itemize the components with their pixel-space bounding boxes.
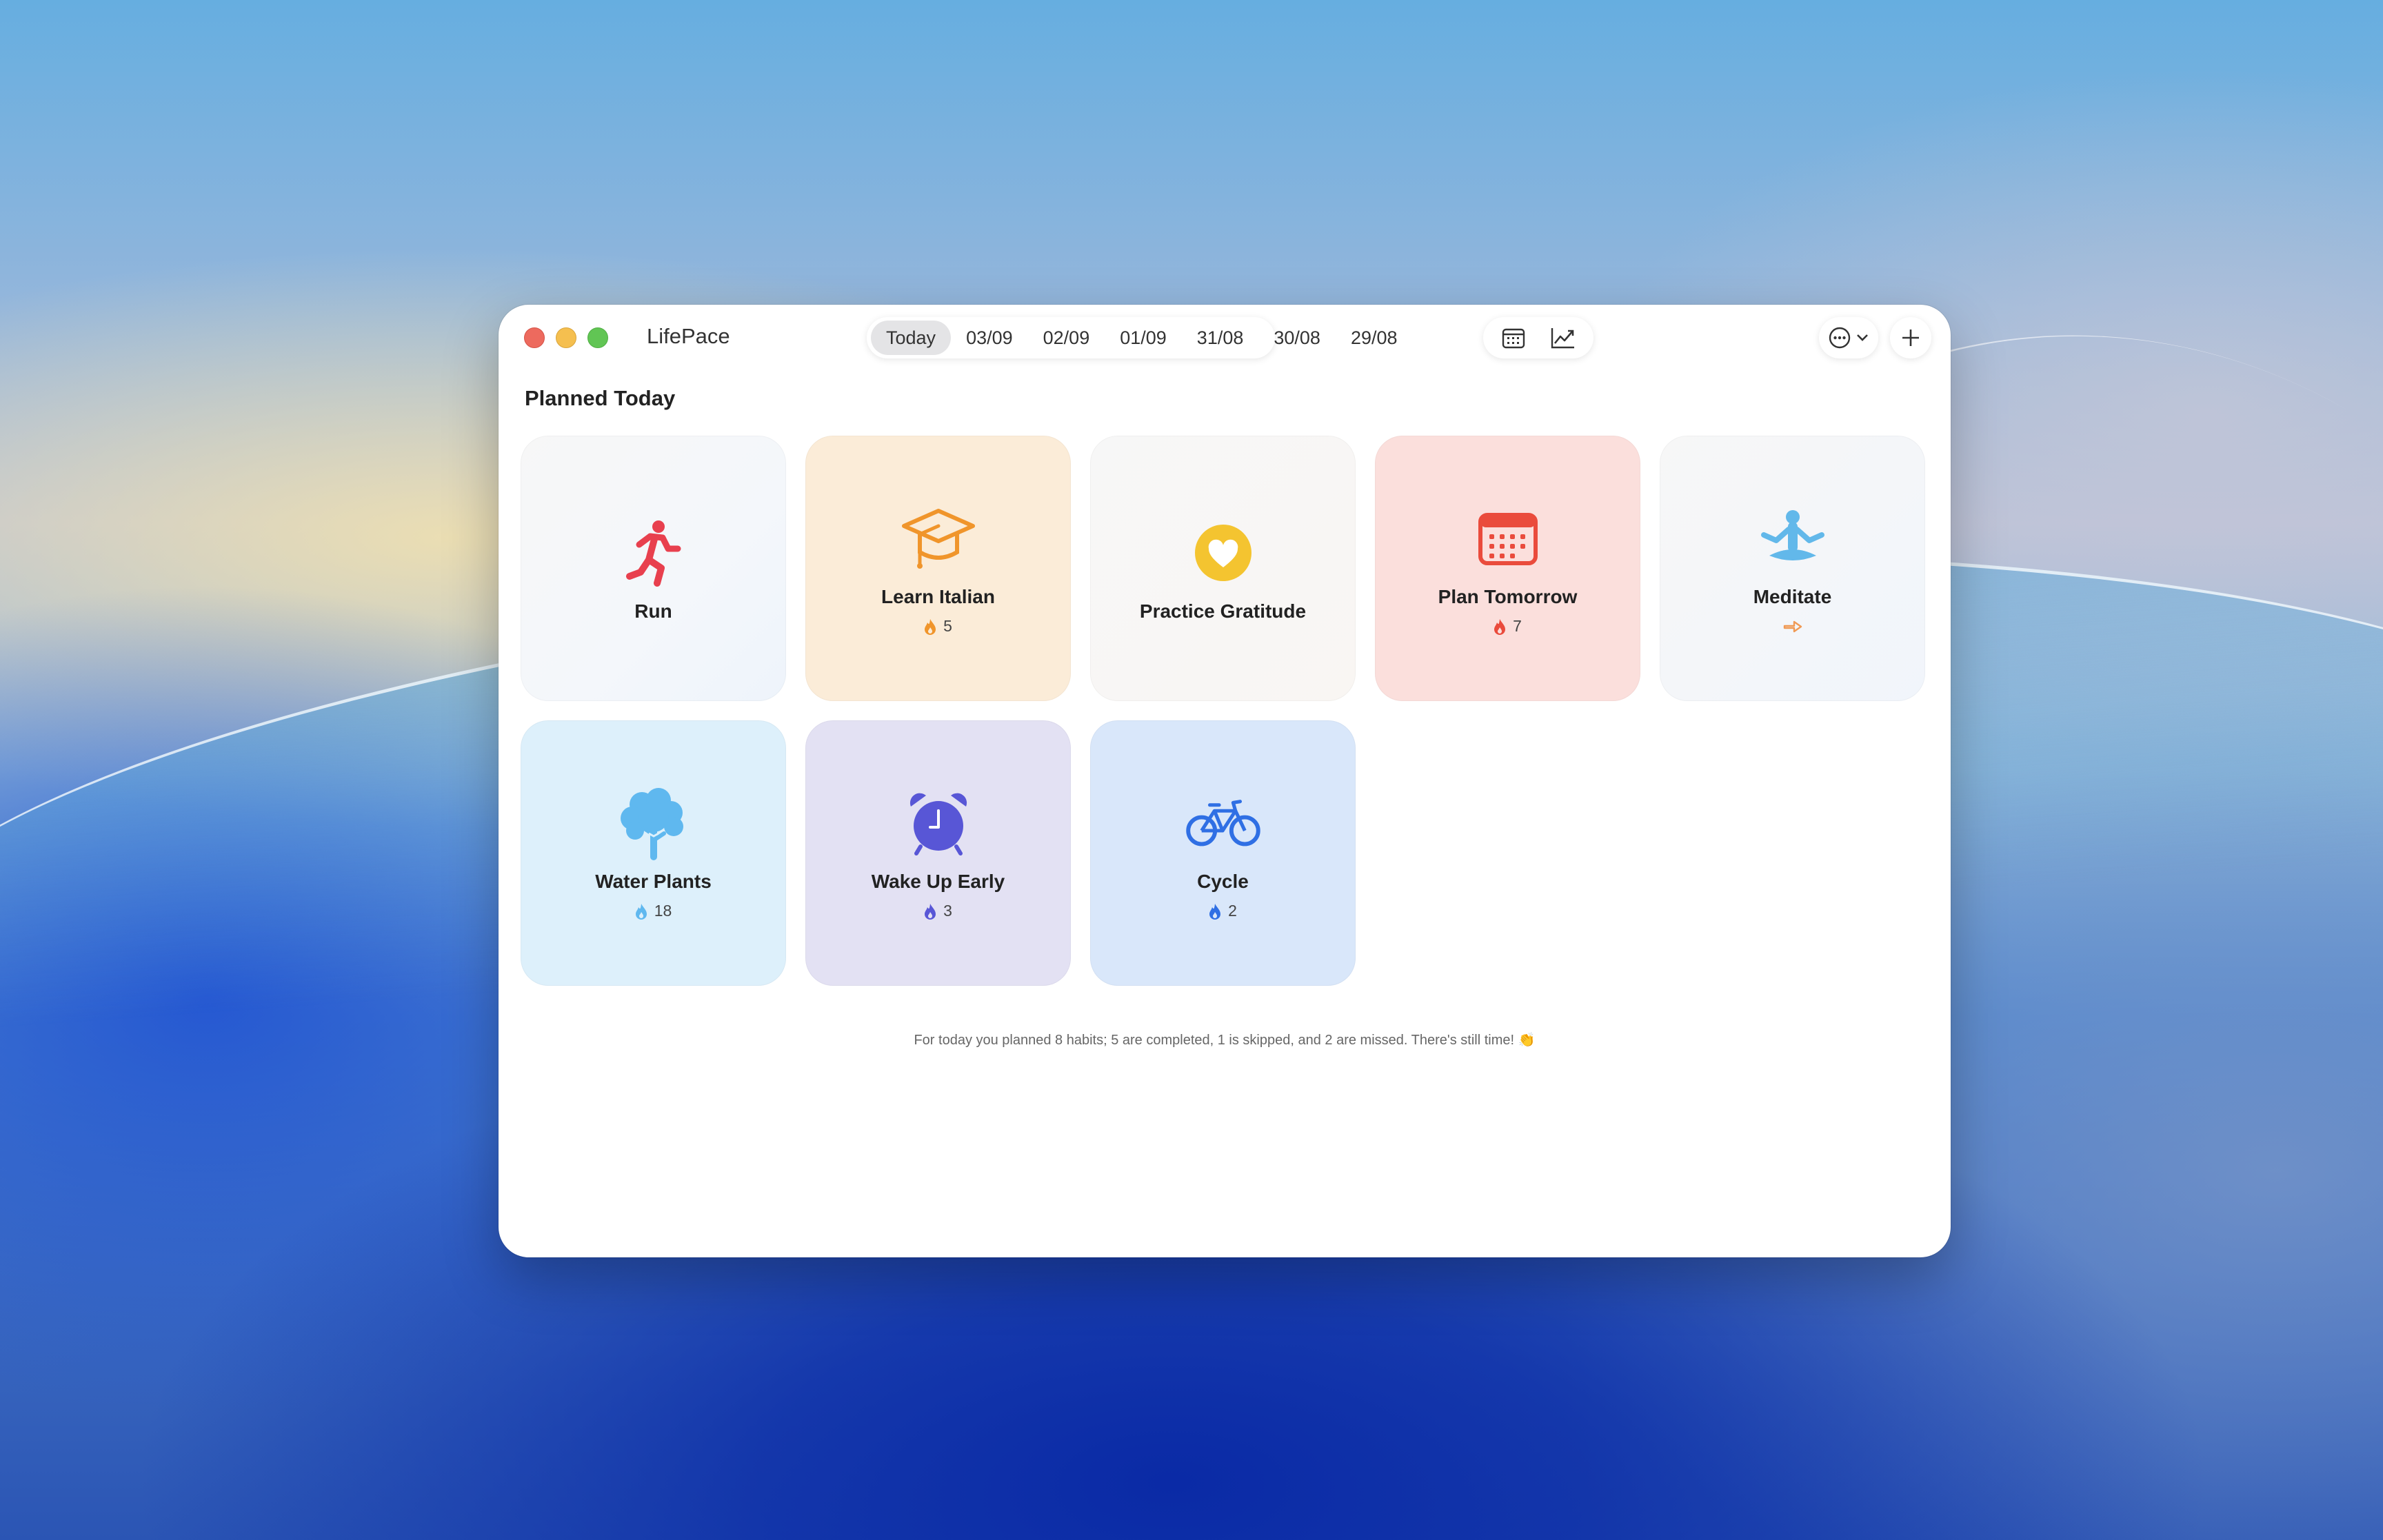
trend-chart-icon [1551,328,1574,349]
bicycle-icon [1185,785,1261,861]
streak-count: 3 [943,902,952,920]
calendar-icon [1470,500,1546,576]
plus-icon [1902,330,1919,346]
calendar-view-button[interactable] [1495,319,1532,356]
streak-indicator: 7 [1494,616,1522,637]
streak-count: 7 [1513,617,1522,635]
streak-indicator: 5 [924,616,952,637]
habit-name: Water Plants [595,870,712,892]
app-title: LifePace [647,324,730,348]
view-switcher [1483,317,1593,358]
window-close-button[interactable] [524,327,545,348]
streak-count: 5 [943,617,952,635]
habit-name: Plan Tomorrow [1438,585,1578,607]
streak-indicator: 18 [635,901,672,922]
section-title: Planned Today [525,386,676,410]
statistics-view-button[interactable] [1545,319,1582,356]
habit-card-practice-gratitude[interactable]: Practice Gratitude [1090,436,1356,701]
flame-icon [925,903,936,920]
habit-card-learn-italian[interactable]: Learn Italian 5 [805,436,1071,701]
habit-name: Meditate [1753,585,1832,607]
date-tab[interactable]: 02/09 [1028,321,1105,355]
date-tab[interactable]: 31/08 [1182,321,1259,355]
streak-indicator: 3 [924,901,952,922]
running-figure-icon [616,515,692,591]
alarm-clock-icon [901,785,976,861]
flame-icon [635,903,647,920]
streak-count: 2 [1228,902,1237,920]
habit-name: Learn Italian [881,585,995,607]
habit-grid: Run Learn Italian 5 Practice Gratitude P… [521,436,1934,986]
habit-card-wake-up-early[interactable]: Wake Up Early 3 [805,720,1071,986]
flame-icon [1209,903,1221,920]
flame-icon [925,618,936,635]
daily-summary-text: For today you planned 8 habits; 5 are co… [914,1033,1536,1048]
habit-name: Cycle [1197,870,1249,892]
date-tab[interactable]: 01/09 [1105,321,1182,355]
habit-card-cycle[interactable]: Cycle 2 [1090,720,1356,986]
date-tab-today[interactable]: Today [871,321,952,355]
habit-name: Run [634,600,672,622]
date-tab[interactable]: 30/08 [1258,321,1336,355]
window-minimize-button[interactable] [556,327,576,348]
add-habit-button[interactable] [1890,317,1931,358]
habit-name: Practice Gratitude [1139,600,1307,622]
graduation-cap-icon [901,500,976,576]
app-window: LifePace Today 03/09 02/09 01/09 31/08 3… [499,305,1951,1257]
skip-arrow-icon [1783,620,1802,632]
habit-card-meditate[interactable]: Meditate [1660,436,1925,701]
skipped-indicator [1782,616,1803,637]
tree-icon [616,785,692,861]
habit-card-water-plants[interactable]: Water Plants 18 [521,720,786,986]
meditation-figure-icon [1755,500,1831,576]
calendar-icon [1502,328,1525,349]
window-zoom-button[interactable] [587,327,608,348]
flame-icon [1494,618,1506,635]
ellipsis-circle-icon [1829,327,1851,349]
date-tab[interactable]: 03/09 [951,321,1028,355]
streak-count: 18 [654,902,672,920]
streak-indicator: 2 [1209,901,1237,922]
habit-card-run[interactable]: Run [521,436,786,701]
date-tab[interactable]: 29/08 [1336,321,1413,355]
habit-name: Wake Up Early [871,870,1005,892]
heart-circle-icon [1185,515,1261,591]
date-selector: Today 03/09 02/09 01/09 31/08 30/08 29/0… [867,317,1398,358]
habit-card-plan-tomorrow[interactable]: Plan Tomorrow 7 [1375,436,1640,701]
more-options-button[interactable] [1819,317,1878,358]
chevron-down-icon [1857,334,1868,341]
